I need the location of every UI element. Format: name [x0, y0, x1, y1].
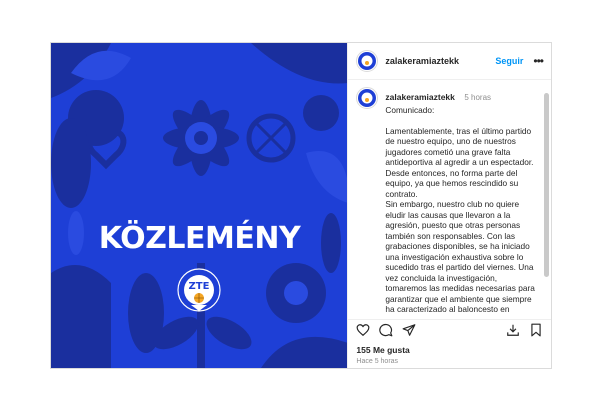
decorative-floral-background: ZTE [51, 43, 348, 368]
posted-time: Hace 5 horas [356, 358, 399, 365]
post-sidebar: zalakeramiaztekk Seguir ••• zalakeramiaz… [347, 43, 552, 368]
heart-icon[interactable] [356, 323, 370, 337]
instagram-post: ZTE KÖZLEMÉNY zalakeramiaztekk Seguir ••… [50, 42, 552, 369]
action-bar [348, 319, 552, 339]
caption-username[interactable]: zalakeramiaztekk [385, 92, 454, 102]
caption-time: 5 horas [464, 93, 492, 102]
caption-paragraph: Sin embargo, nuestro club no quiere elud… [385, 199, 535, 314]
caption-scrollbar[interactable] [544, 93, 549, 277]
logo-text: ZTE [189, 281, 210, 292]
caption-scroll-area[interactable]: zalakeramiaztekk 5 horas Comunicado: Lam… [348, 80, 543, 314]
avatar[interactable] [356, 50, 379, 72]
caption-body: zalakeramiaztekk 5 horas Comunicado: Lam… [385, 87, 540, 314]
share-icon[interactable] [402, 323, 416, 337]
like-count[interactable]: 155 Me gusta [356, 345, 409, 355]
follow-button[interactable]: Seguir [495, 56, 523, 66]
download-icon[interactable] [506, 323, 520, 337]
caption-avatar[interactable] [356, 87, 379, 109]
post-headline: KÖZLEMÉNY [98, 221, 301, 256]
club-logo-icon [358, 89, 377, 107]
club-logo-icon [358, 52, 377, 70]
caption: zalakeramiaztekk 5 horas Comunicado: Lam… [348, 80, 543, 314]
club-logo: ZTE [177, 268, 221, 312]
post-image[interactable]: ZTE KÖZLEMÉNY [51, 43, 348, 368]
caption-paragraph: Comunicado: [385, 105, 435, 115]
caption-text: Comunicado: Lamentablemente, tras el últ… [385, 105, 540, 314]
save-icon[interactable] [529, 323, 543, 337]
comment-icon[interactable] [379, 323, 393, 337]
ellipsis-icon[interactable]: ••• [533, 54, 544, 68]
author-username[interactable]: zalakeramiaztekk [385, 56, 459, 66]
caption-paragraph: Lamentablemente, tras el último partido … [385, 125, 534, 199]
post-header: zalakeramiaztekk Seguir ••• [348, 43, 551, 80]
